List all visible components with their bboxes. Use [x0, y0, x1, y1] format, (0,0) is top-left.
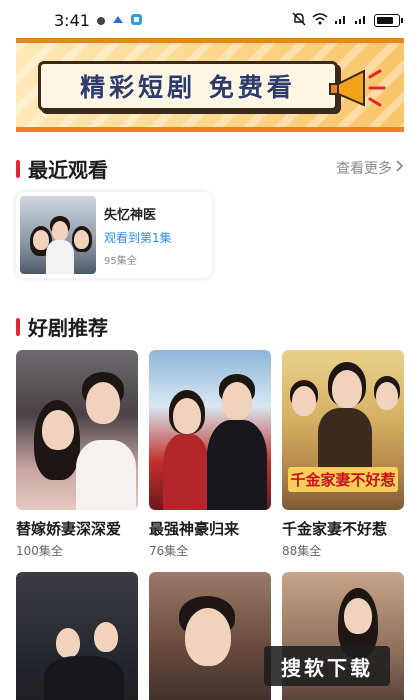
recent-item-thumbnail [20, 196, 96, 274]
drama-card[interactable] [16, 350, 138, 510]
accent-bar [16, 159, 20, 178]
app-icon [130, 11, 143, 30]
recent-item-episode-count: 95集全 [104, 255, 137, 267]
see-more-link[interactable]: 查看更多 [336, 158, 404, 178]
drama-poster: 千金家妻不好惹 [282, 350, 404, 510]
battery-icon [374, 13, 403, 27]
drama-title: 最强神豪归来 [149, 520, 240, 538]
signal-icon [354, 13, 368, 28]
watermark: 搜软下载 [264, 646, 390, 686]
drama-title: 千金家妻不好惹 [282, 520, 388, 538]
recommend-title-text: 好剧推荐 [28, 316, 108, 340]
recent-item-progress: 观看到第1集 [104, 230, 172, 245]
chevron-right-icon [396, 160, 404, 176]
app-icon [112, 11, 124, 30]
accent-bar [16, 317, 20, 336]
status-time: 3:41 [54, 10, 90, 30]
drama-episode-count: 88集全 [282, 544, 322, 558]
drama-poster [16, 572, 138, 700]
recommend-section-title: 好剧推荐 [16, 312, 108, 341]
recent-section-title: 最近观看 [16, 154, 108, 183]
status-bar: 3:41 [0, 0, 420, 40]
signal-icon [334, 13, 348, 28]
drama-title: 替嫁娇妻深深爱 [16, 520, 122, 538]
mute-icon [292, 12, 306, 29]
banner-board: 精彩短剧 免费看 [38, 61, 338, 111]
drama-poster [149, 572, 271, 700]
drama-episode-count: 76集全 [149, 544, 189, 558]
app-page: 3:41 精彩短剧 免费看 最近观看 查看更多 失忆神医 观看到第1集 95集全… [0, 0, 420, 700]
poster-overlay-title: 千金家妻不好惹 [288, 467, 398, 492]
recent-title-text: 最近观看 [28, 158, 108, 182]
promo-banner[interactable]: 精彩短剧 免费看 [16, 38, 404, 132]
drama-card[interactable] [149, 572, 271, 700]
drama-card[interactable]: 千金家妻不好惹 [282, 350, 404, 510]
notification-dot-icon [96, 11, 106, 30]
wifi-icon [312, 12, 328, 28]
drama-card[interactable] [149, 350, 271, 510]
megaphone-icon [329, 69, 386, 107]
banner-text: 精彩短剧 免费看 [80, 73, 296, 102]
drama-episode-count: 100集全 [16, 544, 63, 558]
drama-poster [149, 350, 271, 510]
recent-item-name: 失忆神医 [104, 207, 157, 223]
drama-poster [16, 350, 138, 510]
recent-item-card[interactable]: 失忆神医 观看到第1集 95集全 [16, 192, 212, 278]
drama-card[interactable] [16, 572, 138, 700]
see-more-text: 查看更多 [336, 161, 392, 177]
